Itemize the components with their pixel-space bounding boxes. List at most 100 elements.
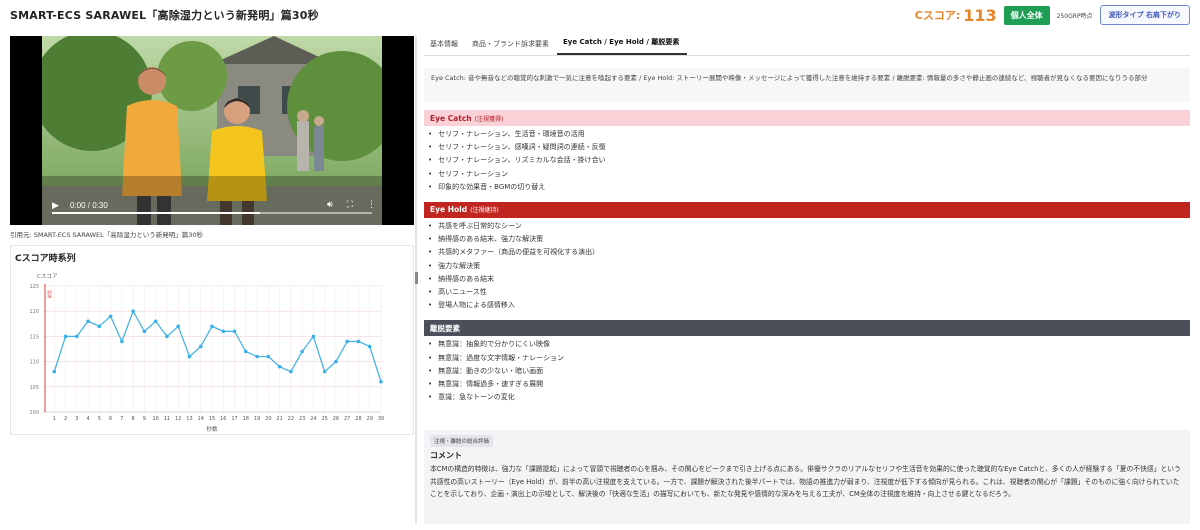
- list-item: 登場人物による感情移入: [428, 299, 1190, 312]
- y-tick-label: 105: [29, 385, 39, 391]
- left-panel: ▶ 0:00 / 0:30 🔊︎ ⛶ ⋮ 引用元: SMART-ECS SARA…: [10, 36, 414, 435]
- data-point: [52, 369, 57, 374]
- c-score-value: 113: [963, 5, 997, 25]
- video-controls: ▶ 0:00 / 0:30 🔊︎ ⛶ ⋮: [42, 187, 382, 225]
- grp-note: 250GRP時点: [1056, 12, 1093, 20]
- data-point: [311, 334, 316, 339]
- page-title: SMART-ECS SARAWEL「高除湿力という新発明」篇30秒: [10, 9, 319, 22]
- eye-catch-subtitle: (注視獲得): [474, 115, 504, 123]
- marker-label: 冒頭: [47, 290, 53, 298]
- x-tick-label: 1: [53, 416, 56, 422]
- data-point: [131, 309, 135, 313]
- list-item: 無意識：情報過多・速すぎる展開: [428, 378, 1190, 391]
- definition-description: Eye Catch: 音や無音などの聴覚的な刺激で一気に注意を喚起する要素 / …: [424, 68, 1190, 102]
- data-point: [198, 344, 203, 349]
- x-tick-label: 29: [367, 416, 373, 422]
- right-panel: 基本情報 商品・ブランド訴求要素 Eye Catch / Eye Hold / …: [424, 36, 1190, 404]
- series-line: [53, 309, 382, 382]
- x-tick-label: 8: [132, 416, 135, 422]
- comment-panel: 注視・離脱の総合評価 コメント 本CMの構造的特徴は、強力な「課題提起」によって…: [424, 430, 1190, 524]
- c-score-line-chart: Cスコア1001051101151201251 2 3 4 5 6 7 8 9 10 11 12 13 1…: [29, 273, 384, 433]
- exit-elements-list: 無意識：抽象的で分かりにくい映像 無意識：過度な文字情報・ナレーション 無意識：…: [424, 336, 1190, 404]
- data-point: [210, 324, 214, 329]
- data-point: [63, 334, 68, 339]
- fullscreen-icon[interactable]: ⛶: [347, 200, 353, 210]
- y-tick-label: 120: [29, 309, 39, 315]
- x-tick-label: 14: [198, 416, 204, 422]
- c-score-label: Cスコア:: [914, 9, 961, 22]
- data-point: [75, 334, 79, 339]
- data-point: [153, 319, 158, 324]
- data-point: [277, 364, 282, 369]
- y-tick-label: 115: [29, 334, 39, 340]
- header-bar: SMART-ECS SARAWEL「高除湿力という新発明」篇30秒 Cスコア: …: [0, 0, 1200, 30]
- x-tick-label: 18: [243, 416, 249, 422]
- list-item: 納得感のある結末、強力な解決策: [428, 233, 1190, 246]
- video-progress-fill: [52, 212, 260, 214]
- x-tick-label: 16: [220, 416, 226, 422]
- list-item: 無意識：動きの少ない・暗い画面: [428, 365, 1190, 378]
- list-item: 共感を呼ぶ日常的なシーン: [428, 220, 1190, 233]
- x-tick-label: 22: [288, 416, 294, 422]
- exit-elements-title: 離脱要素: [430, 323, 460, 333]
- resize-handle[interactable]: [415, 272, 418, 284]
- y-axis-label: Cスコア: [37, 273, 58, 280]
- comment-tag: 注視・離脱の総合評価: [430, 435, 494, 447]
- data-point: [255, 354, 259, 359]
- list-item: 無意識：抽象的で分かりにくい映像: [428, 338, 1190, 351]
- x-axis-label: 秒数: [206, 425, 218, 433]
- x-tick-label: 15: [209, 416, 215, 422]
- x-tick-label: 23: [299, 416, 305, 422]
- play-icon[interactable]: ▶: [52, 201, 59, 211]
- x-tick-label: 10: [152, 416, 158, 422]
- audience-badge[interactable]: 個人全体: [1003, 5, 1050, 25]
- list-item: 強力な解決策: [428, 260, 1190, 273]
- eye-catch-title: Eye Catch: [430, 113, 472, 123]
- eye-hold-subtitle: (注視継持): [470, 207, 499, 215]
- waveform-type-button[interactable]: 波形タイプ 右肩下がり: [1099, 5, 1190, 25]
- comment-body: 本CMの構造的特徴は、強力な「課題提起」によって冒頭で視聴者の心を掴み、その関心…: [430, 465, 1181, 498]
- data-point: [379, 379, 383, 384]
- x-tick-label: 4: [86, 416, 89, 422]
- x-tick-label: 12: [175, 416, 181, 422]
- data-point: [334, 359, 338, 364]
- data-point: [86, 319, 90, 324]
- video-player[interactable]: ▶ 0:00 / 0:30 🔊︎ ⛶ ⋮: [10, 36, 414, 225]
- x-tick-label: 25: [321, 416, 327, 422]
- x-tick-label: 30: [378, 416, 384, 422]
- data-point: [367, 344, 372, 349]
- data-point: [356, 339, 361, 344]
- data-point: [97, 324, 102, 329]
- tab-eye-catch-hold-exit[interactable]: Eye Catch / Eye Hold / 離脱要素: [557, 37, 688, 55]
- x-tick-label: 13: [186, 416, 192, 422]
- x-tick-label: 11: [164, 416, 170, 422]
- list-item: 高いニュース性: [428, 286, 1190, 299]
- eye-hold-header: Eye Hold (注視継持): [424, 201, 1190, 218]
- more-vertical-icon[interactable]: ⋮: [367, 200, 376, 210]
- video-time: 0:00 / 0:30: [70, 201, 108, 210]
- tab-basic-info[interactable]: 基本情報: [424, 39, 466, 55]
- list-item: セリフ・ナレーション: [428, 168, 1190, 181]
- data-point: [221, 329, 226, 334]
- eye-catch-list: セリフ・ナレーション、生活音・環境音の活用 セリフ・ナレーション、感嘆詞・疑問詞…: [424, 126, 1190, 194]
- list-item: セリフ・ナレーション、生活音・環境音の活用: [428, 128, 1190, 141]
- data-point: [165, 334, 169, 339]
- y-tick-label: 125: [29, 284, 39, 290]
- volume-icon[interactable]: 🔊︎: [327, 200, 333, 210]
- data-point: [142, 329, 147, 334]
- y-tick-label: 100: [29, 410, 39, 416]
- tab-product-brand[interactable]: 商品・ブランド訴求要素: [466, 39, 557, 55]
- data-point: [244, 349, 248, 354]
- video-progress-track[interactable]: [52, 212, 372, 214]
- comment-title: コメント: [430, 451, 462, 460]
- data-point: [289, 369, 293, 374]
- x-tick-label: 19: [254, 416, 260, 422]
- list-item: 意識：急なトーンの変化: [428, 391, 1190, 404]
- eye-catch-header: Eye Catch (注視獲得): [424, 110, 1190, 126]
- list-item: 納得感のある結末: [428, 273, 1190, 286]
- x-tick-label: 27: [344, 416, 350, 422]
- data-point: [120, 339, 124, 344]
- list-item: 共感的メタファー（商品の便益を可視化する演出）: [428, 246, 1190, 259]
- x-tick-label: 3: [75, 416, 78, 422]
- list-item: セリフ・ナレーション、リズミカルな会話・掛け合い: [428, 154, 1190, 167]
